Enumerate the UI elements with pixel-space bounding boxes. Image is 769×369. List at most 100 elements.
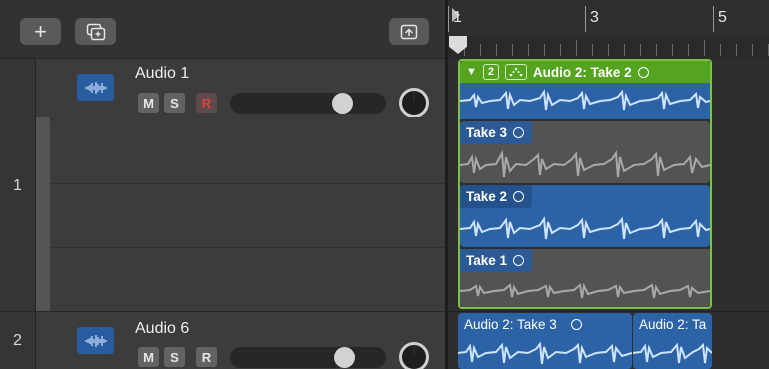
comp-waveform [460,89,710,111]
waveform-path [633,342,712,364]
take-waveform [460,216,710,240]
audio-region[interactable]: Audio 2: Ta [633,313,712,369]
take-lane-header [50,117,445,183]
ruler-tick [496,44,497,56]
loop-circle-icon[interactable] [513,191,525,202]
ruler-tick [736,44,737,56]
take-folder-strip [36,117,50,311]
region-name: Audio 2: Ta [639,317,707,332]
waveform-path [460,89,710,111]
take-lane-header [50,247,445,311]
track-number: 1 [0,59,36,312]
loop-circle-icon[interactable] [637,66,649,78]
bar-number: 5 [718,9,727,26]
comp-lane[interactable]: ▼ 2 Audio 2: Take 2 [460,61,710,119]
take-name: Take 2 [466,189,508,204]
track-number: 2 [0,312,36,369]
track-name[interactable]: Audio 6 [135,320,189,338]
mute-button[interactable]: M [138,347,159,367]
take-label[interactable]: Take 3 [460,121,533,144]
track-header-audio-1[interactable]: 1 Audio 1 M S R [0,59,445,312]
ruler-tick [752,44,753,56]
take-lanes-header [36,117,445,311]
loop-circle-icon[interactable] [513,255,525,266]
tracks-area[interactable]: 1 3 5 ▼ 2 Audio 2: Take 2 Take 3 Take 2 … [448,0,769,369]
ruler-tick [608,44,609,56]
bar-number: 1 [453,9,462,26]
take-lane-take-3[interactable]: Take 3 [460,121,710,183]
catch-playhead-icon [400,24,418,39]
track-icon [77,327,114,354]
ruler-tick [624,44,625,56]
ruler-tick [528,44,529,56]
bar-line [713,6,714,32]
take-folder-header[interactable]: ▼ 2 Audio 2: Take 2 [460,61,710,83]
pan-knob[interactable] [399,88,429,118]
waveform-path [460,216,710,240]
loop-circle-icon[interactable] [570,319,582,330]
ruler-tick [704,40,705,56]
take-label[interactable]: Take 1 [460,249,533,272]
ruler-tick [576,40,577,56]
ruler-tick [656,44,657,56]
take-waveform [460,282,710,299]
ruler-tick [512,44,513,56]
bar-line [585,6,586,32]
take-lane-take-2[interactable]: Take 2 [460,185,710,247]
track-header-area: + 1 Audio 1 M S R 2 Audio 6 M S R [0,0,445,369]
comp-icon[interactable] [504,64,527,80]
ruler-tick [720,44,721,56]
take-label[interactable]: Take 2 [460,185,533,208]
collapse-triangle-icon[interactable]: ▼ [466,66,477,78]
take-name: Take 3 [466,125,508,140]
waveform-path [458,341,632,365]
take-waveform [460,149,710,178]
volume-slider-knob[interactable] [334,347,355,368]
mute-button[interactable]: M [138,93,159,113]
add-track-button[interactable]: + [20,18,61,45]
take-folder-region[interactable]: ▼ 2 Audio 2: Take 2 Take 3 Take 2 Take 1 [458,59,712,309]
take-count-badge[interactable]: 2 [482,64,499,80]
region-label[interactable]: Audio 2: Take 3 [458,313,582,336]
plus-icon: + [34,18,47,44]
solo-button[interactable]: S [164,347,185,367]
ruler-tick [480,44,481,56]
record-enable-button[interactable]: R [196,93,217,113]
ruler-tick [640,44,641,56]
region-waveform [458,341,632,365]
track-header-audio-6[interactable]: 2 Audio 6 M S R [0,311,445,369]
track-name[interactable]: Audio 1 [135,65,189,83]
bar-number: 3 [590,9,599,26]
region-waveform [633,342,712,364]
take-lane-take-1[interactable]: Take 1 [460,249,710,307]
region-name: Audio 2: Take 3 [464,317,557,332]
ruler-tick [672,44,673,56]
audio-region[interactable]: Audio 2: Take 3 [458,313,632,369]
waveform-icon [84,81,107,94]
ruler-ticks [448,36,769,59]
bar-line [448,6,449,32]
ruler-tick [560,44,561,56]
catch-playhead-button[interactable] [389,18,429,45]
volume-slider[interactable] [230,93,386,114]
pan-knob[interactable] [399,342,429,369]
loop-circle-icon[interactable] [513,127,525,138]
track-stack-icon [86,23,105,40]
track-header-toolbar: + [0,0,445,59]
waveform-icon [84,334,107,347]
new-track-stack-button[interactable] [75,18,116,45]
ruler[interactable]: 1 3 5 [448,0,769,59]
ruler-tick [544,44,545,56]
take-folder-title: Audio 2: Take 2 [532,64,632,80]
take-name: Take 1 [466,253,508,268]
volume-slider[interactable] [230,347,386,368]
volume-slider-knob[interactable] [332,93,353,114]
waveform-path [460,282,710,299]
solo-button[interactable]: S [164,93,185,113]
ruler-tick [592,44,593,56]
record-enable-button[interactable]: R [196,347,217,367]
region-label[interactable]: Audio 2: Ta [633,313,706,336]
waveform-path [460,149,710,178]
track-icon [77,74,114,101]
take-lane-header [50,183,445,247]
